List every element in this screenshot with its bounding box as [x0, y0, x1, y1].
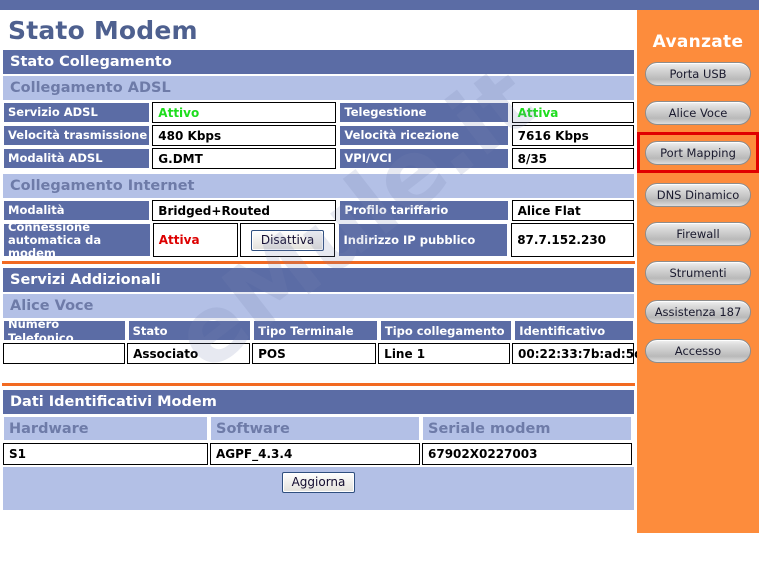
subsection-header-collegamento-internet: Collegamento Internet — [3, 174, 634, 199]
value-profilo-tariffario: Alice Flat — [511, 200, 635, 222]
sidebar-item-label[interactable]: DNS Dinamico — [645, 182, 751, 207]
table-cell: Associato — [127, 343, 251, 365]
sidebar-items: Porta USB Alice Voce Port Mapping DNS Dinam… — [637, 56, 759, 368]
disattiva-button-cell: Disattiva — [239, 223, 336, 258]
table-cell: Line 1 — [378, 343, 510, 365]
column-header: Seriale modem — [422, 416, 632, 442]
label-vpi-vci: VPI/VCI — [339, 148, 509, 170]
value-velocita-trasmissione: 480 Kbps — [152, 125, 337, 147]
table-row: S1 AGPF_4.3.4 67902X0227003 — [3, 443, 634, 466]
column-header: Stato — [127, 320, 252, 342]
sidebar-item-label[interactable]: Assistenza 187 — [645, 299, 751, 324]
table-row: Modalità ADSL G.DMT VPI/VCI 8/35 — [3, 148, 635, 170]
sidebar-item-port-mapping[interactable]: Port Mapping — [637, 132, 759, 173]
table-cell: POS — [252, 343, 377, 365]
panel-footer-fill — [3, 498, 634, 511]
table-header-row: Hardware Software Seriale modem — [3, 416, 634, 442]
disattiva-button[interactable]: Disattiva — [250, 229, 325, 251]
subsection-header-alice-voce: Alice Voce — [3, 294, 634, 319]
value-velocita-ricezione: 7616 Kbps — [511, 125, 635, 147]
column-header: Tipo Terminale — [253, 320, 378, 342]
label-servizio-adsl: Servizio ADSL — [3, 102, 151, 124]
section-header-servizi-addizionali: Servizi Addizionali — [3, 268, 634, 293]
sidebar-item-strumenti[interactable]: Strumenti — [637, 255, 759, 290]
sidebar-item-label[interactable]: Port Mapping — [645, 140, 751, 165]
column-header: Software — [210, 416, 420, 442]
sidebar-item-porta-usb[interactable]: Porta USB — [637, 56, 759, 91]
sidebar-title: Avanzate — [652, 32, 744, 52]
sidebar-item-label[interactable]: Porta USB — [645, 61, 751, 86]
sidebar: Avanzate Porta USB Alice Voce Port Mapping… — [637, 10, 759, 533]
table-cell: AGPF_4.3.4 — [210, 443, 420, 466]
table-cell — [3, 343, 126, 365]
top-accent-bar — [0, 0, 759, 10]
value-indirizzo-ip-pubblico: 87.7.152.230 — [511, 223, 635, 258]
label-modalita-adsl: Modalità ADSL — [3, 148, 151, 170]
sidebar-item-firewall[interactable]: Firewall — [637, 216, 759, 251]
section-header-stato-collegamento: Stato Collegamento — [3, 50, 634, 75]
label-indirizzo-ip-pubblico: Indirizzo IP pubblico — [338, 223, 509, 258]
table-cell: 67902X0227003 — [422, 443, 632, 466]
value-vpi-vci: 8/35 — [511, 148, 635, 170]
sidebar-item-assistenza-187[interactable]: Assistenza 187 — [637, 294, 759, 329]
section-divider-2 — [2, 383, 635, 387]
table-row: Modalità Bridged+Routed Profilo tariffar… — [3, 200, 635, 222]
refresh-button-strip: Aggiorna — [3, 467, 634, 499]
table-cell: 00:22:33:7b:ad:5d — [512, 343, 637, 365]
label-velocita-trasmissione: Velocità trasmissione — [3, 125, 151, 147]
subsection-header-collegamento-adsl: Collegamento ADSL — [3, 76, 634, 101]
table-row: Servizio ADSL Attivo Telegestione Attiva — [3, 102, 635, 124]
table-row: Connessione automatica da modem Attiva D… — [3, 220, 635, 259]
section-header-dati-identificativi: Dati Identificativi Modem — [3, 390, 634, 415]
sidebar-item-label[interactable]: Strumenti — [645, 260, 751, 285]
table-header-row: Numero Telefonico Stato Tipo Terminale Tipo… — [3, 317, 634, 345]
sidebar-item-alice-voce[interactable]: Alice Voce — [637, 95, 759, 130]
label-connessione-automatica: Connessione automatica da modem — [3, 220, 151, 259]
table-row: Velocità trasmissione 480 Kbps Velocità … — [3, 125, 635, 147]
sidebar-item-label[interactable]: Firewall — [645, 221, 751, 246]
column-header: Identificativo — [514, 320, 634, 342]
label-telegestione: Telegestione — [339, 102, 509, 124]
table-cell: S1 — [3, 443, 208, 466]
sidebar-item-dns-dinamico[interactable]: DNS Dinamico — [637, 177, 759, 212]
label-velocita-ricezione: Velocità ricezione — [339, 125, 509, 147]
sidebar-item-label[interactable]: Alice Voce — [645, 100, 751, 125]
label-profilo-tariffario: Profilo tariffario — [339, 200, 509, 222]
refresh-button[interactable]: Aggiorna — [281, 472, 356, 494]
label-modalita: Modalità — [3, 200, 151, 222]
sidebar-item-accesso[interactable]: Accesso — [637, 333, 759, 368]
column-header: Hardware — [3, 416, 208, 442]
value-modalita-adsl: G.DMT — [152, 148, 337, 170]
main-content-panel: Stato Modem Stato Collegamento Collegame… — [0, 10, 637, 533]
column-header: Tipo collegamento — [379, 320, 513, 342]
sidebar-item-label[interactable]: Accesso — [645, 338, 751, 363]
column-header: Numero Telefonico — [3, 317, 126, 345]
table-row: Associato POS Line 1 00:22:33:7b:ad:5d — [3, 343, 637, 365]
section-divider-1 — [2, 261, 635, 265]
value-telegestione: Attiva — [511, 102, 635, 124]
value-connessione-automatica: Attiva — [152, 223, 238, 258]
value-modalita: Bridged+Routed — [152, 200, 337, 222]
value-servizio-adsl: Attivo — [152, 102, 337, 124]
page-title: Stato Modem — [8, 16, 198, 45]
